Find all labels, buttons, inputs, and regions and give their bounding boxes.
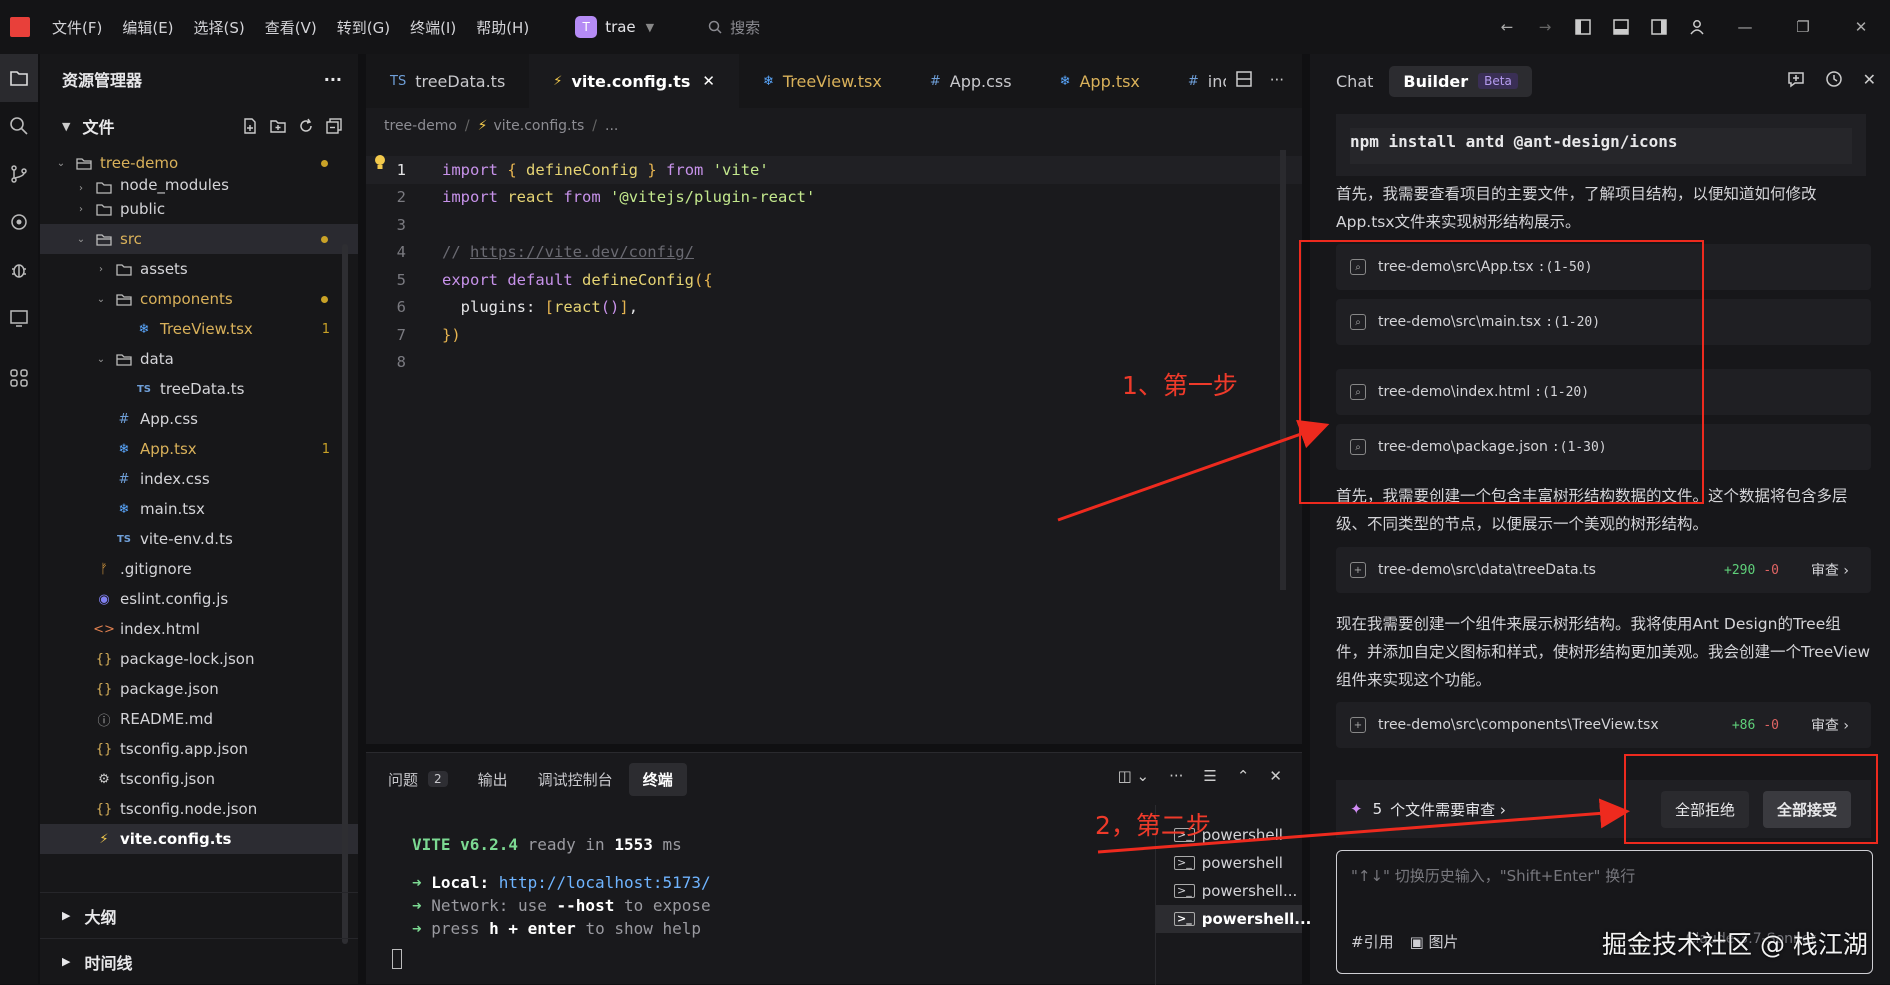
- watermark: 掘金技术社区 @ 栈江湖: [1602, 930, 1868, 959]
- annotation-arrow: [1057, 419, 1330, 522]
- annotation-arrows: [1057, 419, 1630, 854]
- annotation-arrow: [1097, 798, 1630, 854]
